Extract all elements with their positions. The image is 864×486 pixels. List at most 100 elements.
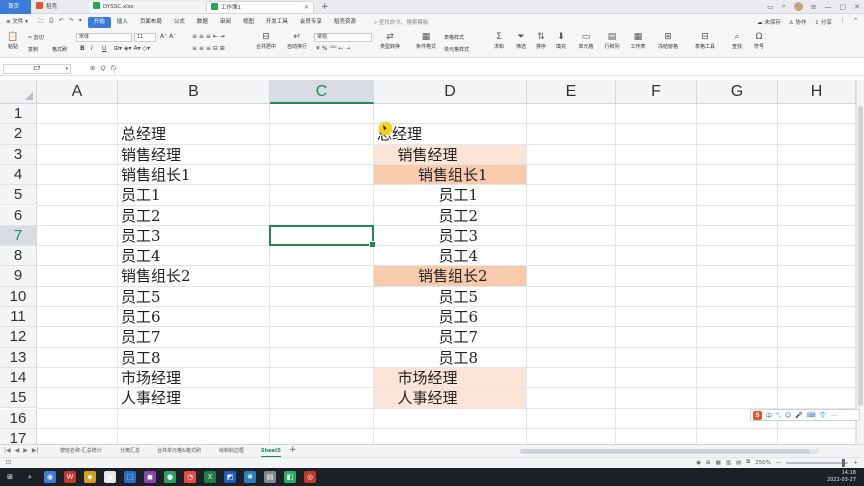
sheet-tab-3[interactable]: 合并单元格&格式刷 bbox=[157, 447, 201, 456]
cell-b12[interactable]: 员工7 bbox=[121, 327, 161, 347]
zoom-out-button[interactable]: — bbox=[776, 460, 782, 466]
menu-formulas[interactable]: 公式 bbox=[168, 17, 191, 28]
macro-record-icon[interactable]: ⊡ bbox=[6, 459, 11, 466]
column-header-e[interactable]: E bbox=[527, 80, 616, 104]
cell-b9[interactable]: 销售组长2 bbox=[121, 266, 191, 286]
sort-button[interactable]: ⇅ 排序 bbox=[530, 31, 552, 50]
first-sheet-icon[interactable]: |◀ bbox=[4, 447, 11, 454]
more-icon[interactable]: ⋮ bbox=[840, 18, 846, 26]
zoom-level[interactable]: 250% bbox=[755, 460, 771, 466]
cell-d7[interactable]: 员工3 bbox=[439, 226, 479, 246]
excel-icon[interactable]: X bbox=[204, 471, 216, 483]
sum-button[interactable]: Σ 求和 bbox=[488, 31, 510, 50]
table-tools-button[interactable]: ⊟ 表格工具 bbox=[690, 31, 720, 50]
cell-b5[interactable]: 员工1 bbox=[121, 185, 161, 205]
zoom-in-button[interactable]: + bbox=[853, 460, 858, 466]
close-tab-icon[interactable]: ✕ bbox=[304, 2, 309, 13]
menu-icon[interactable]: ≡ bbox=[811, 3, 817, 11]
cell-d6[interactable]: 员工2 bbox=[439, 206, 479, 226]
row-header-14[interactable]: 14 bbox=[0, 367, 37, 389]
fill-button[interactable]: ⬇ 填充 bbox=[550, 31, 572, 50]
ime-emoji-icon[interactable]: ☺ bbox=[785, 412, 791, 419]
cell-d8[interactable]: 员工4 bbox=[439, 246, 479, 266]
cell-b3[interactable]: 销售经理 bbox=[121, 145, 181, 165]
maximize-button[interactable]: ▢ bbox=[840, 3, 847, 11]
next-sheet-icon[interactable]: ▶ bbox=[23, 447, 28, 454]
row-header-17[interactable]: 17 bbox=[0, 428, 37, 444]
search-icon[interactable]: ⌕ bbox=[782, 2, 786, 11]
app-icon[interactable]: ◼ bbox=[144, 471, 156, 483]
tab-dyssc[interactable]: DYSSC.xlsx bbox=[89, 1, 205, 13]
new-tab-button[interactable]: + bbox=[321, 1, 329, 13]
sheet-tab-sheet5[interactable]: Sheet5 bbox=[261, 447, 281, 457]
taskbar-clock[interactable]: 14:18 2022-03-27 bbox=[827, 470, 856, 484]
row-header-13[interactable]: 13 bbox=[0, 347, 37, 368]
cell-d14[interactable]: 市场经理 bbox=[398, 368, 458, 388]
select-all-corner[interactable] bbox=[0, 80, 37, 104]
font-size-select[interactable]: 11 bbox=[134, 33, 156, 42]
paste-button[interactable]: 📋 粘贴 bbox=[2, 31, 24, 50]
column-header-b[interactable]: B bbox=[118, 80, 270, 104]
tab-home[interactable]: 首页 bbox=[0, 0, 31, 14]
merge-center-button[interactable]: ⊟ 合并居中 bbox=[252, 31, 280, 50]
cell-d3[interactable]: 销售经理 bbox=[398, 145, 458, 165]
ime-keyboard-icon[interactable]: ⌨ bbox=[807, 412, 816, 419]
ime-voice-icon[interactable]: 🎤 bbox=[795, 412, 802, 419]
row-header-7[interactable]: 7 bbox=[0, 225, 37, 247]
layout-icon[interactable]: ▭ bbox=[767, 3, 774, 11]
cell-b2[interactable]: 总经理 bbox=[121, 124, 166, 144]
cell-b13[interactable]: 员工8 bbox=[121, 348, 161, 368]
cell-d10[interactable]: 员工5 bbox=[439, 287, 479, 307]
print-icon[interactable]: ⎙ bbox=[49, 17, 54, 27]
page-break-view-icon[interactable]: ▦ bbox=[716, 460, 721, 466]
reading-view-icon[interactable]: ▤ bbox=[736, 460, 741, 466]
start-icon[interactable]: ⊞ bbox=[4, 471, 16, 483]
ime-chinese-mode[interactable]: 中 bbox=[766, 411, 772, 420]
collaborate-button[interactable]: ♙ 协作 bbox=[789, 18, 807, 26]
freeze-panes-button[interactable]: ⊞ 冻结窗格 bbox=[654, 31, 682, 50]
redo-icon[interactable]: ↷ bbox=[69, 17, 74, 27]
font-name-select[interactable]: 宋体 bbox=[76, 33, 132, 42]
row-header-6[interactable]: 6 bbox=[0, 205, 37, 226]
row-header-12[interactable]: 12 bbox=[0, 327, 37, 348]
formula-input[interactable] bbox=[114, 63, 860, 75]
cell-d13[interactable]: 员工8 bbox=[439, 348, 479, 368]
menu-insert[interactable]: 插入 bbox=[111, 17, 134, 28]
fullscreen-icon[interactable]: ⧉ bbox=[746, 459, 750, 466]
app-icon[interactable]: ◩ bbox=[224, 471, 236, 483]
row-header-3[interactable]: 3 bbox=[0, 144, 37, 165]
sheet-tab-4[interactable]: 绘制斜边框 bbox=[219, 447, 244, 456]
search-icon[interactable]: Q bbox=[100, 64, 105, 72]
app-icon[interactable]: ⬚ bbox=[124, 471, 136, 483]
share-button[interactable]: ⇪ 分享 bbox=[815, 18, 832, 26]
eye-protect-icon[interactable]: ◉ bbox=[696, 460, 701, 466]
spreadsheet-grid[interactable]: A B C D E F G H 1 2 总经理 总经理 3 销售经理 销售经理 4 销售组长1 销售组长1 5 员工1… bbox=[0, 80, 856, 444]
wrap-text-button[interactable]: ↵ 自动换行 bbox=[284, 31, 310, 50]
cell-d9[interactable]: 销售组长2 bbox=[418, 266, 488, 286]
menu-review[interactable]: 审阅 bbox=[214, 17, 237, 28]
prev-sheet-icon[interactable]: ◀ bbox=[15, 447, 20, 454]
row-header-5[interactable]: 5 bbox=[0, 185, 37, 206]
row-header-15[interactable]: 15 bbox=[0, 388, 37, 409]
tab-workbook1[interactable]: 工作簿1 ✕ bbox=[206, 1, 314, 13]
horizontal-scrollbar[interactable] bbox=[520, 449, 820, 454]
number-format-select[interactable]: 常规 bbox=[314, 33, 372, 42]
wechat-icon[interactable]: ● bbox=[164, 471, 176, 483]
browser-icon[interactable]: ◉ bbox=[44, 471, 56, 483]
conditional-format-button[interactable]: ▦ 条件格式 bbox=[412, 31, 440, 50]
cell-b7[interactable]: 员工3 bbox=[121, 226, 161, 246]
close-button[interactable]: ✕ bbox=[854, 3, 860, 11]
symbol-button[interactable]: Ω 符号 bbox=[748, 31, 770, 50]
underline-button[interactable]: U bbox=[102, 45, 106, 52]
column-header-c[interactable]: C bbox=[270, 80, 374, 104]
column-header-g[interactable]: G bbox=[697, 80, 778, 104]
app-icon[interactable]: ❋ bbox=[244, 471, 256, 483]
row-header-2[interactable]: 2 bbox=[0, 124, 37, 145]
column-header-a[interactable]: A bbox=[37, 80, 118, 104]
record-icon[interactable]: ◎ bbox=[304, 471, 316, 483]
menu-developer[interactable]: 开发工具 bbox=[260, 17, 294, 28]
row-header-8[interactable]: 8 bbox=[0, 246, 37, 267]
cell-d15[interactable]: 人事经理 bbox=[398, 388, 458, 408]
app-icon[interactable]: ◔ bbox=[184, 471, 196, 483]
last-sheet-icon[interactable]: ▶| bbox=[32, 447, 39, 454]
